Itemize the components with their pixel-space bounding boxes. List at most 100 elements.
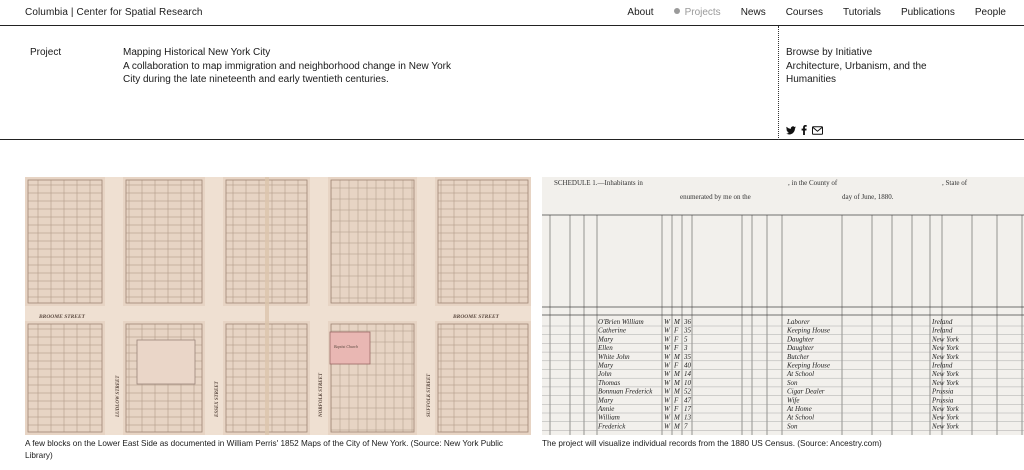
- census-cell: M: [673, 318, 681, 326]
- census-cell: John: [598, 370, 612, 378]
- census-cell: New York: [931, 379, 960, 387]
- census-cell: Ireland: [931, 318, 953, 326]
- census-cell: At School: [786, 370, 814, 378]
- census-cell: Son: [787, 422, 798, 430]
- census-cell: F: [673, 335, 679, 343]
- census-cell: At Home: [786, 405, 812, 413]
- census-cell: New York: [931, 335, 960, 343]
- census-cell: White John: [598, 353, 630, 361]
- census-cell: 10: [684, 379, 692, 387]
- census-caption: The project will visualize individual re…: [542, 439, 882, 448]
- census-cell: M: [673, 388, 681, 396]
- facebook-icon[interactable]: [801, 125, 807, 135]
- nav-courses[interactable]: Courses: [786, 7, 823, 18]
- top-navigation-bar: Columbia | Center for Spatial Research A…: [0, 0, 1024, 26]
- census-cell: Ireland: [931, 327, 953, 335]
- census-cell: Wife: [787, 396, 799, 404]
- main-nav: About Projects News Courses Tutorials Pu…: [607, 7, 1006, 18]
- census-cell: Prussia: [931, 396, 954, 404]
- census-cell: Bonnuan Frederick: [598, 388, 653, 396]
- census-cell: Butcher: [787, 353, 809, 361]
- nav-people[interactable]: People: [975, 7, 1006, 18]
- census-cell: 36: [683, 318, 692, 326]
- census-cell: Mary: [597, 335, 614, 343]
- census-cell: William: [598, 414, 620, 422]
- nav-projects[interactable]: Projects: [673, 7, 721, 18]
- census-header-enumerated: enumerated by me on the: [680, 193, 751, 201]
- census-cell: Laborer: [786, 318, 810, 326]
- census-cell: 52: [684, 388, 692, 396]
- census-cell: New York: [931, 344, 960, 352]
- census-cell: New York: [931, 370, 960, 378]
- nav-publications[interactable]: Publications: [901, 7, 955, 18]
- census-cell: At School: [786, 414, 814, 422]
- census-cell: Son: [787, 379, 798, 387]
- project-info: Project Mapping Historical New York City…: [0, 26, 1024, 140]
- map-label-essex: ESSEX STREET: [215, 380, 220, 418]
- map-caption: A few blocks on the Lower East Side as d…: [25, 439, 504, 460]
- map-label-broome-east: BROOME STREET: [452, 314, 500, 320]
- census-cell: M: [673, 422, 681, 430]
- census-cell: F: [673, 362, 679, 370]
- nav-news[interactable]: News: [741, 7, 766, 18]
- census-cell: M: [673, 370, 681, 378]
- map-label-norfolk: NORFOLK STREET: [319, 372, 324, 418]
- map-label-suffolk: SUFFOLK STREET: [427, 373, 432, 417]
- census-cell: Daughter: [786, 335, 814, 343]
- census-cell: Mary: [597, 396, 614, 404]
- share-links: [786, 125, 823, 135]
- census-cell: 17: [684, 405, 692, 413]
- census-cell: Annie: [597, 405, 614, 413]
- census-cell: Keeping House: [786, 327, 830, 335]
- census-cell: 35: [683, 353, 692, 361]
- dotted-divider: [778, 26, 779, 140]
- census-cell: 13: [684, 414, 692, 422]
- census-cell: Mary: [597, 362, 614, 370]
- twitter-icon[interactable]: [786, 125, 796, 135]
- census-cell: 3: [683, 344, 688, 352]
- census-cell: 7: [684, 422, 688, 430]
- browse-by-initiative-label: Browse by Initiative: [786, 47, 873, 58]
- map-figure: BROOME STREET BROOME STREET LUDLOW STREE…: [25, 177, 531, 462]
- initiative-link[interactable]: Architecture, Urbanism, and the Humaniti…: [786, 60, 956, 86]
- census-cell: M: [673, 414, 681, 422]
- census-cell: Frederick: [597, 422, 626, 430]
- census-cell: 14: [684, 370, 692, 378]
- perris-map-image: BROOME STREET BROOME STREET LUDLOW STREE…: [25, 177, 531, 435]
- project-label: Project: [30, 47, 62, 58]
- nav-about[interactable]: About: [627, 7, 653, 18]
- census-figure: SCHEDULE 1.—Inhabitants in , in the Coun…: [542, 177, 1024, 450]
- census-cell: New York: [931, 422, 960, 430]
- census-cell: M: [673, 379, 681, 387]
- census-cell: F: [673, 405, 679, 413]
- site-title-link[interactable]: Columbia | Center for Spatial Research: [25, 7, 203, 18]
- census-cell: O'Brien William: [598, 318, 644, 326]
- project-description: A collaboration to map immigration and n…: [123, 61, 451, 85]
- census-cell: New York: [931, 414, 960, 422]
- email-icon[interactable]: [812, 125, 823, 135]
- nav-tutorials[interactable]: Tutorials: [843, 7, 881, 18]
- census-record-image: SCHEDULE 1.—Inhabitants in , in the Coun…: [542, 177, 1024, 435]
- census-cell: F: [673, 344, 679, 352]
- map-label-broome-west: BROOME STREET: [38, 314, 86, 320]
- census-cell: F: [673, 327, 679, 335]
- census-header-text: SCHEDULE 1.—Inhabitants in: [554, 179, 643, 187]
- census-cell: 5: [684, 335, 688, 343]
- census-cell: Keeping House: [786, 362, 830, 370]
- census-header-county: , in the County of: [788, 179, 838, 187]
- census-cell: 35: [683, 327, 692, 335]
- census-header-state: , State of: [942, 179, 968, 187]
- census-cell: M: [673, 353, 681, 361]
- census-cell: New York: [931, 353, 960, 361]
- census-cell: Thomas: [598, 379, 620, 387]
- census-cell: Ireland: [931, 362, 953, 370]
- active-dot-icon: [673, 8, 680, 14]
- census-cell: Prussia: [931, 388, 954, 396]
- census-cell: 47: [684, 396, 692, 404]
- census-cell: 40: [684, 362, 692, 370]
- map-label-ludlow: LUDLOW STREET: [116, 375, 121, 418]
- project-title: Mapping Historical New York City: [123, 47, 271, 58]
- map-label-church: Baptist Church: [334, 344, 358, 349]
- census-cell: F: [673, 396, 679, 404]
- census-cell: Daughter: [786, 344, 814, 352]
